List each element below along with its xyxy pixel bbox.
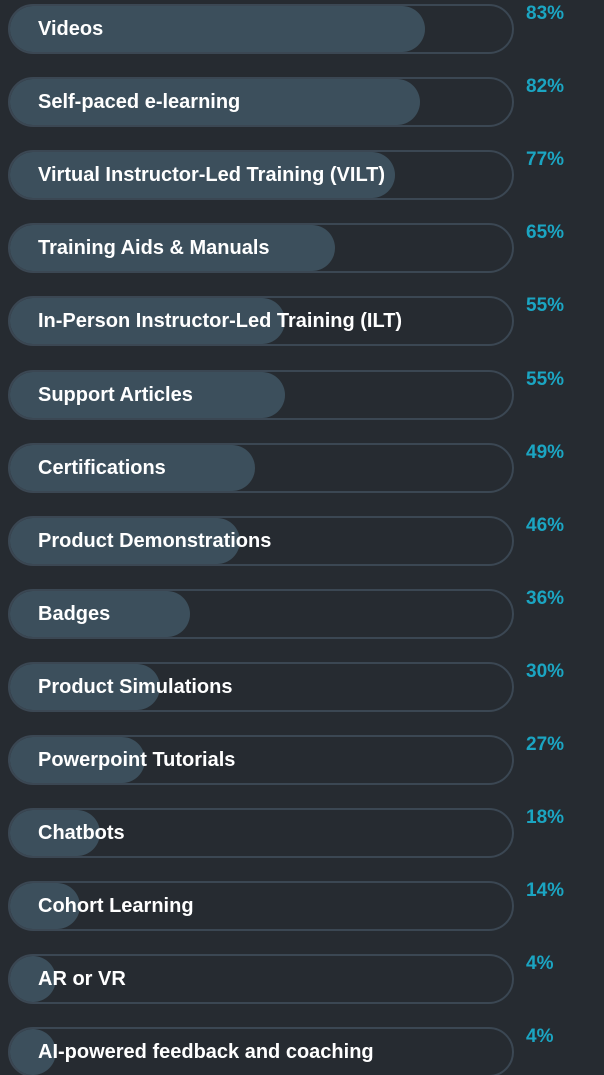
bar-row: Certifications 49% <box>8 441 604 495</box>
bar-value-label: 55% <box>526 295 565 317</box>
bar-row: Badges 36% <box>8 587 604 641</box>
bar-label: Self-paced e-learning <box>38 91 241 114</box>
bar-label: Product Simulations <box>38 675 233 698</box>
bar-row: Powerpoint Tutorials 27% <box>8 733 604 787</box>
bar-label: Powerpoint Tutorials <box>38 749 236 771</box>
bar-row: Support Articles 55% <box>8 368 604 422</box>
bar-value-label: 55% <box>526 368 565 390</box>
bar-value-label: 27% <box>526 734 565 755</box>
bar-label: Badges <box>38 602 111 625</box>
bar-value-label: 4% <box>526 1026 554 1048</box>
bar-row: Product Simulations 30% <box>8 660 604 714</box>
bar-value-label: 65% <box>526 222 565 244</box>
bar-value-label: 18% <box>526 807 565 829</box>
bar-value-label: 83% <box>526 3 565 24</box>
bar-row: Cohort Learning 14% <box>8 879 604 933</box>
bar-value-label: 82% <box>526 76 565 98</box>
bar-row: Chatbots 18% <box>8 806 604 860</box>
bar-value-label: 30% <box>526 660 565 682</box>
bar-row: AI-powered feedback and coaching 4% <box>8 1025 604 1075</box>
bar-label: Videos <box>38 18 104 40</box>
bar-label: Product Demonstrations <box>38 529 272 552</box>
bar-row: Self-paced e-learning 82% <box>8 75 604 129</box>
bar-label: Training Aids & Manuals <box>38 237 270 260</box>
bar-label: Certifications <box>38 456 166 479</box>
bar-label: AR or VR <box>38 968 126 991</box>
bar-value-label: 77% <box>526 149 565 171</box>
bar-label: Support Articles <box>38 383 193 406</box>
bar-value-label: 4% <box>526 953 554 975</box>
bar-value-label: 46% <box>526 514 565 536</box>
bar-label: Cohort Learning <box>38 895 194 918</box>
bar-row: In-Person Instructor-Led Training (ILT) 5… <box>8 294 604 348</box>
bar-label: Chatbots <box>38 822 125 845</box>
bar-label: In-Person Instructor-Led Training (ILT) <box>38 310 403 333</box>
horizontal-bar-chart: Videos 83% Self-paced e-learning 82% Virtual… <box>0 0 604 1075</box>
bar-row: AR or VR 4% <box>8 952 604 1006</box>
bar-row: Training Aids & Manuals 65% <box>8 221 604 275</box>
bar-label: AI-powered feedback and coaching <box>38 1041 374 1064</box>
bar-value-label: 36% <box>526 587 565 609</box>
bar-value-label: 14% <box>526 880 565 902</box>
bar-row: Product Demonstrations 46% <box>8 514 604 568</box>
bar-label: Virtual Instructor-Led Training (VILT) <box>38 164 386 187</box>
bar-row: Videos 83% <box>8 2 604 56</box>
bar-row: Virtual Instructor-Led Training (VILT) 77… <box>8 148 604 202</box>
bar-value-label: 49% <box>526 441 565 463</box>
